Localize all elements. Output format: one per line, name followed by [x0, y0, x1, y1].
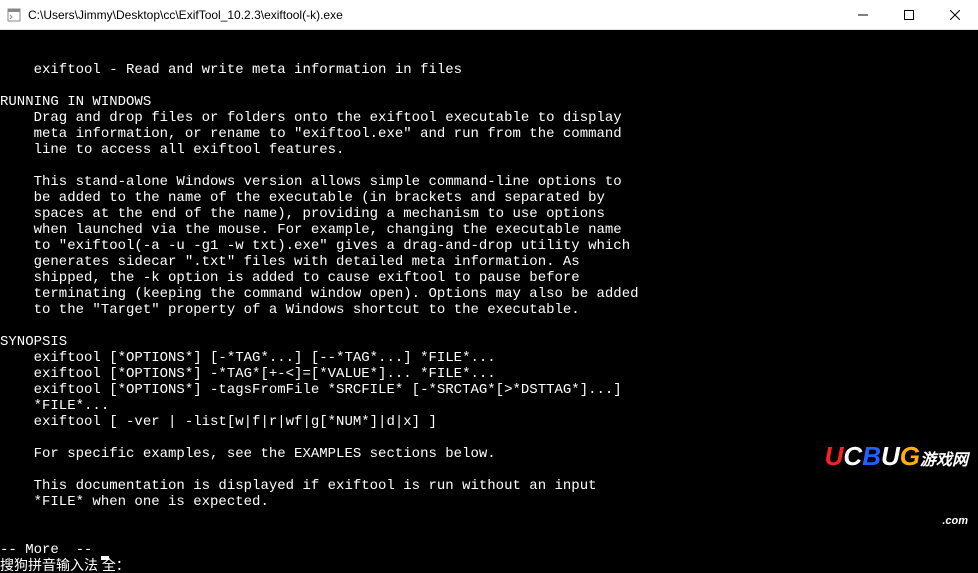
console-line: exiftool [*OPTIONS*] -*TAG*[+-<]=[*VALUE… — [0, 366, 978, 382]
console-line: spaces at the end of the name), providin… — [0, 206, 978, 222]
console-line: terminating (keeping the command window … — [0, 286, 978, 302]
console-line: generates sidecar ".txt" files with deta… — [0, 254, 978, 270]
console-line: Drag and drop files or folders onto the … — [0, 110, 978, 126]
console-line: This documentation is displayed if exift… — [0, 478, 978, 494]
console-line — [0, 462, 978, 478]
console-line — [0, 318, 978, 334]
console-line: exiftool - Read and write meta informati… — [0, 62, 978, 78]
more-prompt: -- More -- — [0, 542, 978, 558]
console-line: This stand-alone Windows version allows … — [0, 174, 978, 190]
console-line: For specific examples, see the EXAMPLES … — [0, 446, 978, 462]
console-line: meta information, or rename to "exiftool… — [0, 126, 978, 142]
close-button[interactable] — [932, 0, 978, 29]
title-bar: C:\Users\Jimmy\Desktop\cc\ExifTool_10.2.… — [0, 0, 978, 30]
console-line: to "exiftool(-a -u -g1 -w txt).exe" give… — [0, 238, 978, 254]
console-line — [0, 158, 978, 174]
console-line: be added to the name of the executable (… — [0, 190, 978, 206]
console-line — [0, 78, 978, 94]
console-line: *FILE*... — [0, 398, 978, 414]
console-line: line to access all exiftool features. — [0, 142, 978, 158]
window-title: C:\Users\Jimmy\Desktop\cc\ExifTool_10.2.… — [28, 8, 840, 22]
ime-status: 搜狗拼音输入法 全： — [0, 557, 130, 573]
app-icon — [6, 7, 22, 23]
console-line: exiftool [*OPTIONS*] -tagsFromFile *SRCF… — [0, 382, 978, 398]
console-line — [0, 430, 978, 446]
console-line: exiftool [ -ver | -list[w|f|r|wf|g[*NUM*… — [0, 414, 978, 430]
console-line: SYNOPSIS — [0, 334, 978, 350]
console-line: shipped, the -k option is added to cause… — [0, 270, 978, 286]
console-line: to the "Target" property of a Windows sh… — [0, 302, 978, 318]
window-controls — [840, 0, 978, 29]
console-output[interactable]: exiftool - Read and write meta informati… — [0, 30, 978, 573]
console-line: when launched via the mouse. For example… — [0, 222, 978, 238]
maximize-button[interactable] — [886, 0, 932, 29]
console-line: *FILE* when one is expected. — [0, 494, 978, 510]
console-line: RUNNING IN WINDOWS — [0, 94, 978, 110]
console-line: exiftool [*OPTIONS*] [-*TAG*...] [--*TAG… — [0, 350, 978, 366]
minimize-button[interactable] — [840, 0, 886, 29]
